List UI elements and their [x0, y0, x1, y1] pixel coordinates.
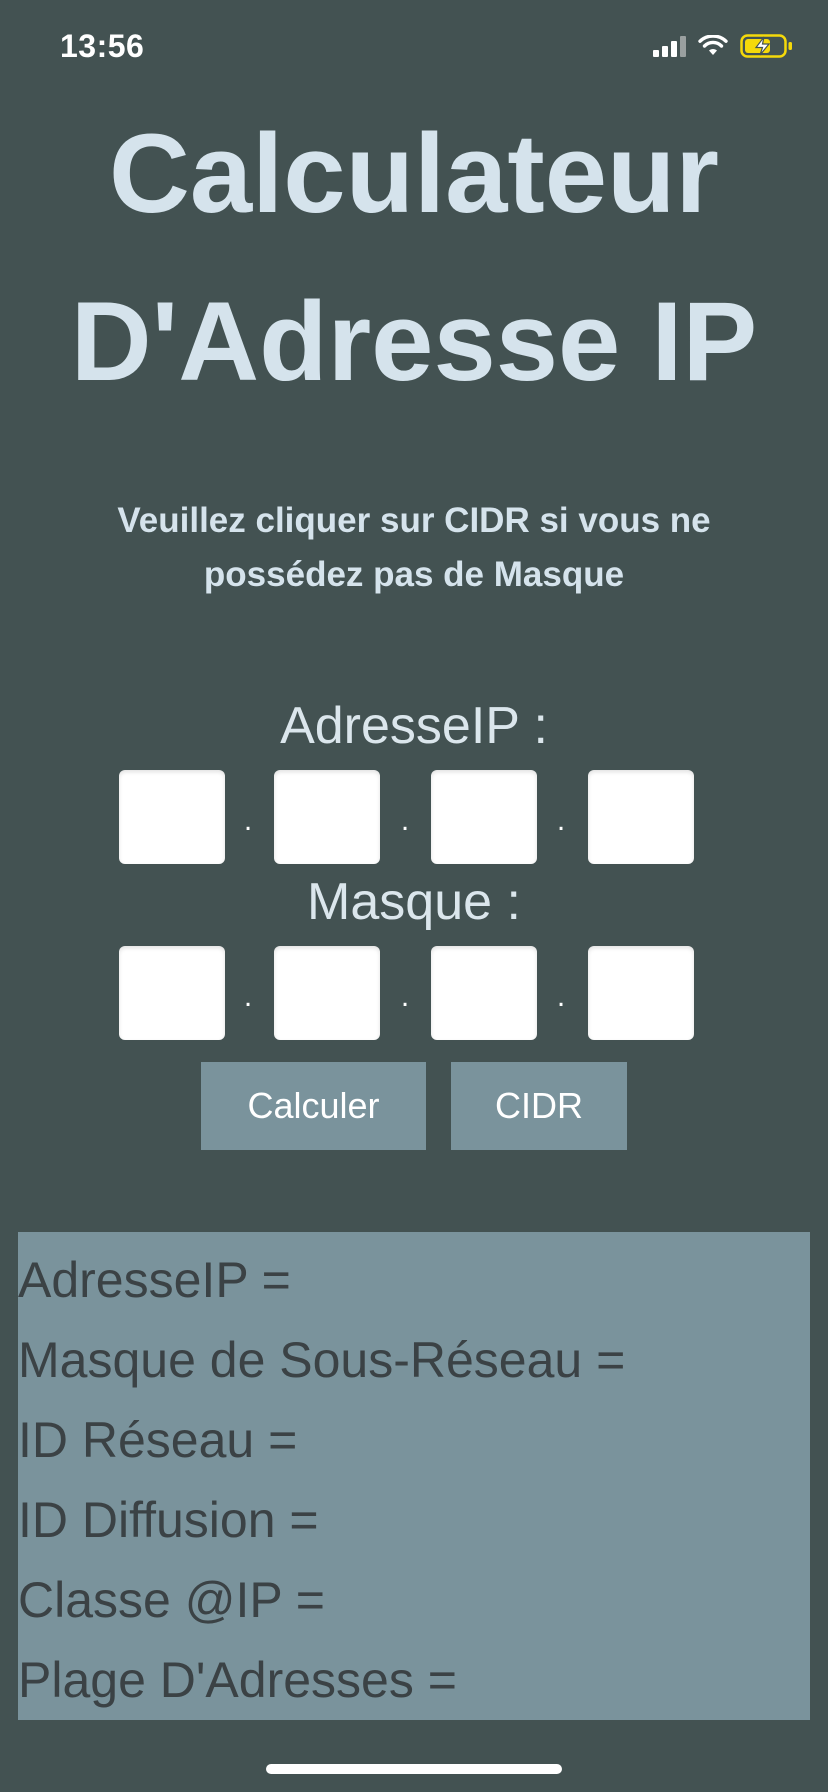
cidr-button[interactable]: CIDR: [451, 1062, 627, 1150]
result-ip-address: AdresseIP =: [18, 1252, 291, 1308]
ip-octet-1-input[interactable]: [119, 770, 225, 864]
ip-address-label: AdresseIP :: [280, 697, 548, 755]
mask-octet-4-input[interactable]: [588, 946, 694, 1040]
result-broadcast-id: ID Diffusion =: [18, 1492, 319, 1548]
page-title-line-1: Calculateur: [109, 111, 719, 236]
ip-octet-3-input[interactable]: [431, 770, 537, 864]
mask-octet-1-input[interactable]: [119, 946, 225, 1040]
status-bar: 13:56: [0, 0, 828, 100]
page-title: Calculateur D'Adresse IP: [0, 90, 828, 426]
result-ip-class: Classe @IP =: [18, 1572, 325, 1628]
ip-separator-1: .: [243, 804, 253, 837]
page-title-line-2: D'Adresse IP: [70, 279, 758, 404]
home-indicator[interactable]: [266, 1764, 562, 1774]
ip-separator-3: .: [556, 804, 566, 837]
status-time: 13:56: [60, 28, 145, 64]
mask-separator-1: .: [243, 980, 253, 1013]
result-network-id: ID Réseau =: [18, 1412, 298, 1468]
calculate-button[interactable]: Calculer: [201, 1062, 426, 1150]
mask-separator-2: .: [400, 980, 410, 1013]
instruction-text: Veuillez cliquer sur CIDR si vous ne pos…: [117, 501, 711, 594]
battery-charging-icon: [740, 34, 792, 58]
status-icons: [653, 34, 794, 58]
ip-address-inputs: . . .: [0, 770, 828, 864]
wifi-icon: [698, 35, 728, 55]
ip-separator-2: .: [400, 804, 410, 837]
ip-octet-4-input[interactable]: [588, 770, 694, 864]
ip-octet-2-input[interactable]: [274, 770, 380, 864]
cellular-signal-icon: [653, 35, 686, 57]
result-address-range: Plage D'Adresses =: [18, 1652, 457, 1708]
mask-octet-3-input[interactable]: [431, 946, 537, 1040]
results-panel: AdresseIP = Masque de Sous-Réseau = ID R…: [18, 1232, 810, 1720]
mask-octet-2-input[interactable]: [274, 946, 380, 1040]
mask-label: Masque :: [307, 873, 521, 931]
result-subnet-mask: Masque de Sous-Réseau =: [18, 1332, 626, 1388]
mask-inputs: . . .: [0, 946, 828, 1040]
mask-separator-3: .: [556, 980, 566, 1013]
